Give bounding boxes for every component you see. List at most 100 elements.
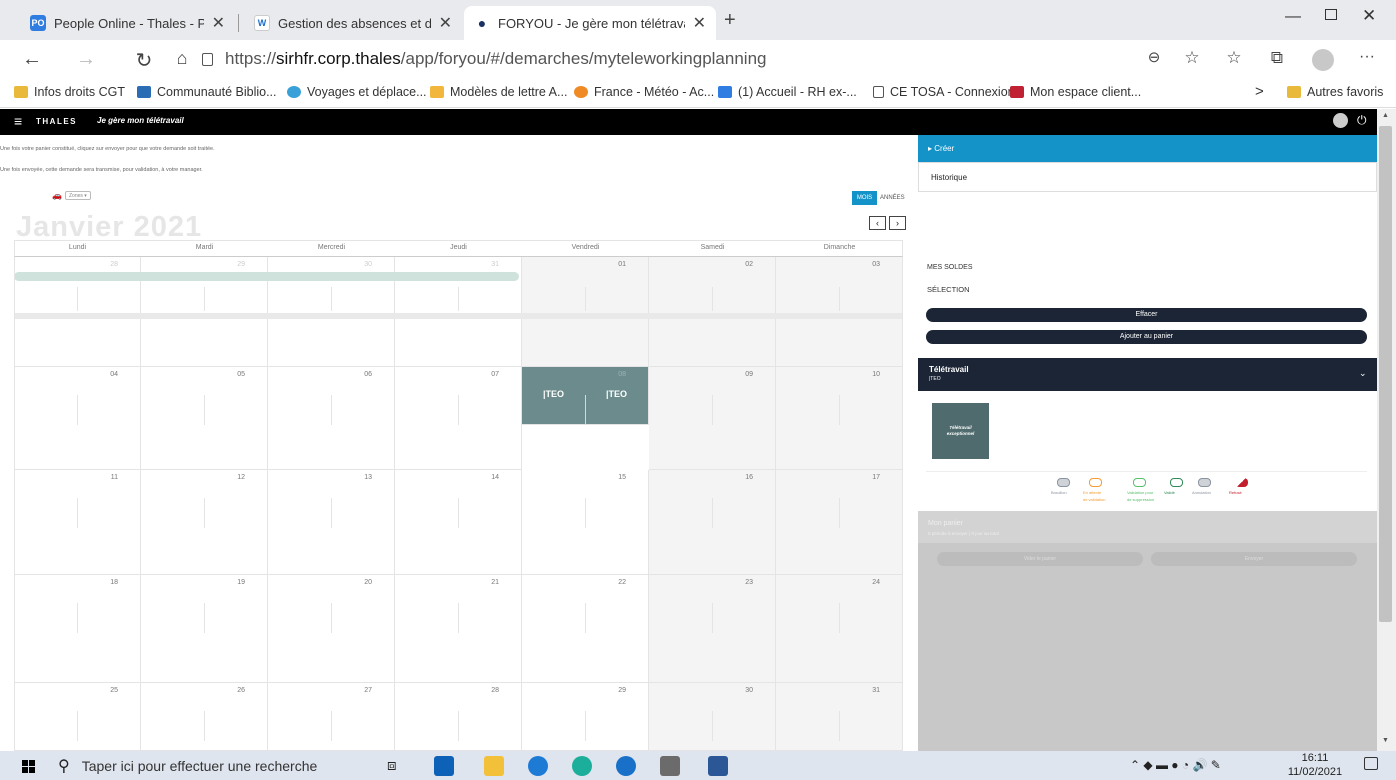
- view-month-button[interactable]: MOIS: [852, 191, 877, 205]
- po-icon: [718, 86, 732, 98]
- url-field[interactable]: https://sirhfr.corp.thales/app/foryou/#/…: [225, 49, 766, 69]
- bookmark-item[interactable]: Mon espace client...: [1010, 85, 1141, 99]
- view-year-button[interactable]: ANNÉES: [880, 191, 905, 205]
- file-explorer-icon[interactable]: [484, 756, 504, 776]
- outlook-icon[interactable]: [434, 756, 454, 776]
- close-tab-icon[interactable]: ✕: [439, 13, 452, 33]
- loading-dot-icon: ●: [477, 15, 487, 31]
- collections-icon[interactable]: ⧉: [1265, 48, 1289, 68]
- bookmark-item[interactable]: CE TOSA - Connexion: [873, 85, 1015, 99]
- minimize-icon[interactable]: —: [1285, 8, 1301, 26]
- legend-sublabel: de validation: [1083, 497, 1106, 502]
- edge-icon[interactable]: [572, 756, 592, 776]
- add-to-cart-button[interactable]: Ajouter au panier: [926, 330, 1367, 344]
- empty-cart-button[interactable]: Vider le panier: [937, 552, 1143, 566]
- tab-foryou-teletravail[interactable]: ● FORYOU - Je gère mon télétrava ✕: [464, 6, 716, 40]
- bookmark-label: CE TOSA - Connexion: [890, 85, 1015, 99]
- home-icon[interactable]: ⌂: [170, 48, 194, 69]
- notification-icon[interactable]: [1364, 757, 1378, 770]
- legend-label: Refusé: [1229, 490, 1242, 495]
- internet-explorer-icon[interactable]: [528, 756, 548, 776]
- telework-accordion[interactable]: Télétravail |TEO ⌄: [918, 358, 1377, 391]
- folder-icon: [14, 86, 28, 98]
- selection-label: SÉLECTION: [927, 285, 970, 294]
- url-path: /app/foryou/#/demarches/myteleworkingpla…: [400, 49, 767, 68]
- folder-icon: [1287, 86, 1301, 98]
- zones-dropdown[interactable]: Zones ▾: [65, 191, 91, 200]
- next-month-button[interactable]: ›: [889, 216, 906, 230]
- scroll-down-icon[interactable]: ▼: [1382, 737, 1389, 744]
- clock-time[interactable]: 16:11: [1290, 752, 1340, 764]
- send-button[interactable]: Envoyer: [1151, 552, 1357, 566]
- close-tab-icon[interactable]: ✕: [212, 13, 225, 33]
- history-link[interactable]: Historique: [918, 162, 1377, 192]
- browser-tab-bar: PO People Online - Thales - People ✕ W G…: [0, 0, 1396, 40]
- bookmark-item[interactable]: (1) Accueil - RH ex-...: [718, 85, 857, 99]
- favorite-star-icon[interactable]: ☆: [1180, 48, 1204, 68]
- chevron-down-icon: ⌄: [1359, 368, 1367, 378]
- weather-sun-icon: [574, 86, 588, 98]
- more-menu-icon[interactable]: ···: [1355, 48, 1379, 66]
- close-window-icon[interactable]: ✕: [1362, 6, 1376, 26]
- windows-start-icon[interactable]: [22, 760, 35, 773]
- legend-status-icon: [1170, 478, 1183, 487]
- clear-button[interactable]: Effacer: [926, 308, 1367, 322]
- create-header[interactable]: ▸ Créer: [918, 135, 1377, 162]
- bookmark-label: (1) Accueil - RH ex-...: [738, 85, 857, 99]
- new-tab-button[interactable]: +: [724, 9, 736, 32]
- po-favicon-icon: PO: [30, 15, 46, 31]
- other-favorites[interactable]: Autres favoris: [1287, 85, 1383, 99]
- clock-date[interactable]: 11/02/2021: [1282, 766, 1348, 778]
- page-scrollbar[interactable]: ▲ ▼: [1377, 109, 1396, 751]
- taskbar-search-box[interactable]: ⚲ Taper ici pour effectuer une recherche: [58, 754, 368, 778]
- bookmark-label: Modèles de lettre A...: [450, 85, 568, 99]
- scroll-up-icon[interactable]: ▲: [1382, 112, 1389, 119]
- legend-label: Annulation: [1192, 490, 1211, 495]
- legend-label: Brouillon: [1051, 490, 1067, 495]
- word-icon[interactable]: [708, 756, 728, 776]
- close-tab-icon[interactable]: ✕: [693, 13, 706, 33]
- hamburger-menu-icon[interactable]: ≡: [14, 113, 22, 129]
- bookmark-item[interactable]: Infos droits CGT: [14, 85, 125, 99]
- bookmarks-overflow-chevron[interactable]: >: [1255, 83, 1264, 100]
- bookmark-item[interactable]: Modèles de lettre A...: [430, 85, 567, 99]
- task-view-icon[interactable]: ⧈: [387, 757, 397, 774]
- favorites-list-icon[interactable]: ☆: [1222, 48, 1246, 68]
- profile-avatar[interactable]: [1312, 49, 1334, 71]
- tab-divider: [238, 14, 239, 32]
- system-tray-icons[interactable]: ⌃ ◆ ▬ ● ◔ 🔊 ✎: [1130, 758, 1221, 772]
- search-placeholder: Taper ici pour effectuer une recherche: [81, 758, 318, 774]
- maximize-icon[interactable]: [1325, 9, 1337, 20]
- bookmark-item[interactable]: France - Météo - Ac...: [574, 85, 714, 99]
- address-bar-row: ← → ↻ ⌂ https://sirhfr.corp.thales/app/f…: [0, 40, 1396, 80]
- app-icon[interactable]: [660, 756, 680, 776]
- user-avatar[interactable]: [1333, 113, 1348, 128]
- legend-label: En attente: [1083, 490, 1102, 495]
- telework-subtitle: |TEO: [929, 376, 941, 382]
- url-scheme: https://: [225, 49, 277, 68]
- bookmark-item[interactable]: Voyages et déplace...: [287, 85, 427, 99]
- power-icon[interactable]: ⏻: [1357, 113, 1367, 128]
- forward-icon[interactable]: →: [74, 48, 98, 71]
- legend-sublabel: de suppression: [1127, 497, 1155, 502]
- cart-subtitle: 0 période à envoyer | 0 jour au total: [928, 531, 999, 536]
- back-icon[interactable]: ←: [20, 48, 44, 71]
- reload-icon[interactable]: ↻: [132, 48, 156, 73]
- skype-icon[interactable]: [616, 756, 636, 776]
- bookmark-item[interactable]: Communauté Biblio...: [137, 85, 277, 99]
- bookmarks-bar: Infos droits CGT Communauté Biblio... Vo…: [0, 80, 1396, 108]
- tab-people-online[interactable]: PO People Online - Thales - People ✕: [20, 6, 235, 40]
- telework-exceptional-card[interactable]: Télétravail exceptionnel: [932, 403, 989, 459]
- cart-title: Mon panier: [928, 520, 964, 527]
- bookmark-label: Autres favoris: [1307, 85, 1384, 99]
- lock-icon[interactable]: [202, 53, 213, 66]
- prev-month-button[interactable]: ‹: [869, 216, 886, 230]
- zoom-icon[interactable]: ⊖: [1142, 48, 1166, 66]
- app-header: ≡ THALES Je gère mon télétravail ⏻: [0, 109, 1377, 135]
- bookmark-label: Mon espace client...: [1030, 85, 1142, 99]
- search-icon: ⚲: [58, 758, 70, 775]
- tab-gestion-absences[interactable]: W Gestion des absences et des tem ✕: [244, 6, 462, 40]
- bookmark-label: Voyages et déplace...: [307, 85, 427, 99]
- tab-title: Gestion des absences et des tem: [278, 15, 431, 31]
- scroll-thumb[interactable]: [1379, 126, 1392, 622]
